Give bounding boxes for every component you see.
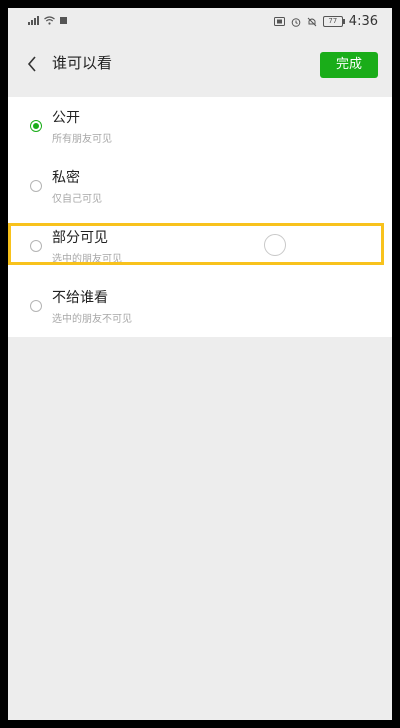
option-title: 部分可见 — [52, 230, 108, 246]
option-public[interactable]: 公开 所有朋友可见 — [8, 97, 392, 157]
nav-bar: 谁可以看 完成 — [8, 36, 392, 92]
option-description: 所有朋友可见 — [52, 134, 112, 145]
status-right: 77 4:36 — [273, 14, 378, 29]
radio-checked-icon[interactable] — [30, 120, 42, 132]
screen: 77 4:36 谁可以看 完成 公开 所有朋友可见 私密 仅自己可见 部分可见 … — [8, 8, 392, 720]
option-exclude[interactable]: 不给谁看 选中的朋友不可见 — [8, 277, 392, 337]
option-description: 选中的朋友不可见 — [52, 314, 132, 325]
battery-icon: 77 — [322, 16, 345, 27]
back-button[interactable] — [18, 50, 46, 78]
status-time: 4:36 — [348, 14, 378, 29]
nfc-icon — [273, 17, 285, 26]
phone-frame: 77 4:36 谁可以看 完成 公开 所有朋友可见 私密 仅自己可见 部分可见 … — [0, 0, 400, 728]
done-button[interactable]: 完成 — [320, 52, 378, 78]
status-bar: 77 4:36 — [8, 8, 392, 36]
touch-indicator-icon — [264, 234, 286, 256]
page-title: 谁可以看 — [52, 54, 113, 72]
chevron-left-icon — [27, 56, 36, 72]
radio-unchecked-icon[interactable] — [30, 240, 42, 252]
visibility-option-list: 公开 所有朋友可见 私密 仅自己可见 部分可见 选中的朋友可见 不给谁看 选中的… — [8, 97, 392, 337]
option-description: 仅自己可见 — [52, 194, 102, 205]
wifi-icon — [44, 15, 55, 25]
option-title: 不给谁看 — [52, 290, 108, 306]
radio-unchecked-icon[interactable] — [30, 300, 42, 312]
option-description: 选中的朋友可见 — [52, 254, 122, 265]
option-partially-visible[interactable]: 部分可见 选中的朋友可见 — [8, 217, 392, 277]
alarm-icon — [291, 17, 301, 27]
signal-icon — [28, 15, 39, 25]
status-left — [28, 15, 67, 25]
option-title: 私密 — [52, 170, 80, 186]
option-title: 公开 — [52, 110, 80, 126]
radio-unchecked-icon[interactable] — [30, 180, 42, 192]
option-private[interactable]: 私密 仅自己可见 — [8, 157, 392, 217]
mute-icon — [307, 17, 317, 26]
notification-icon — [60, 16, 67, 24]
